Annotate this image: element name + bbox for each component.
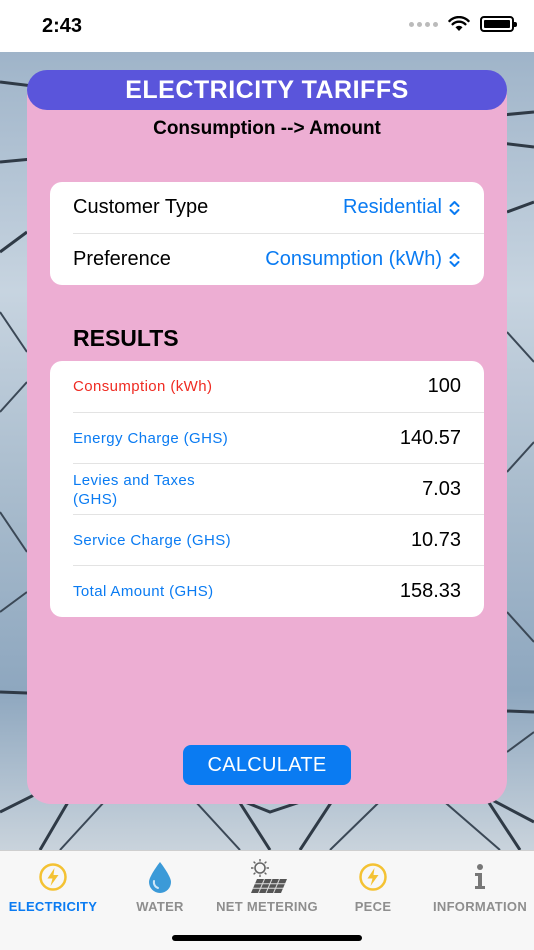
tab-label: PECE: [354, 899, 392, 914]
info-icon: [470, 859, 490, 895]
tab-label: ELECTRICITY: [8, 899, 98, 914]
battery-icon: [480, 16, 517, 32]
wifi-icon: [448, 16, 470, 31]
result-row-energy-charge: Energy Charge (GHS) 140.57: [50, 413, 484, 464]
result-row-levies-taxes: Levies and Taxes (GHS) 7.03: [50, 464, 484, 515]
page-title: ELECTRICITY TARIFFS: [27, 70, 507, 110]
energy-charge-value: 140.57: [399, 427, 461, 449]
service-charge-value: 10.73: [410, 529, 461, 551]
chevron-updown-icon: [449, 252, 460, 267]
preference-value: Consumption (kWh): [265, 248, 442, 270]
results-card: Consumption (kWh) 100 Energy Charge (GHS…: [50, 361, 484, 617]
status-icons: [409, 16, 517, 32]
tab-label: NET METERING: [216, 899, 318, 914]
customer-type-value: Residential: [343, 196, 442, 218]
cellular-signal-icon: [409, 21, 438, 27]
customer-type-picker[interactable]: Residential: [343, 196, 460, 219]
tab-pece[interactable]: PECE: [318, 859, 428, 914]
status-time: 2:43: [42, 15, 83, 37]
customer-type-label: Customer Type: [73, 196, 209, 218]
energy-charge-label: Energy Charge (GHS): [73, 430, 229, 447]
levies-taxes-value: 7.03: [422, 478, 461, 500]
solar-panel-icon: [245, 859, 289, 895]
tab-label: WATER: [136, 899, 184, 914]
water-drop-icon: [145, 859, 175, 895]
settings-card: Customer Type Residential Preference Con…: [50, 182, 484, 285]
lightning-icon: [358, 859, 388, 895]
chevron-updown-icon: [449, 200, 460, 215]
tab-electricity[interactable]: ELECTRICITY: [0, 859, 108, 914]
page-subtitle: Consumption --> Amount: [153, 118, 381, 139]
customer-type-row: Customer Type Residential: [50, 182, 484, 233]
results-heading: RESULTS: [73, 325, 179, 351]
levies-taxes-label: Levies and Taxes (GHS): [73, 471, 196, 508]
calculate-button[interactable]: CALCULATE: [183, 745, 351, 785]
tab-net-metering[interactable]: NET METERING: [212, 859, 322, 914]
result-row-total-amount: Total Amount (GHS) 158.33: [50, 566, 484, 617]
consumption-value: 100: [427, 375, 461, 397]
consumption-label: Consumption (kWh): [73, 378, 213, 395]
result-row-consumption: Consumption (kWh) 100: [50, 361, 484, 412]
tab-information[interactable]: INFORMATION: [425, 859, 534, 914]
home-indicator: [172, 935, 362, 941]
preference-picker[interactable]: Consumption (kWh): [265, 248, 460, 271]
service-charge-label: Service Charge (GHS): [73, 532, 232, 549]
status-bar: 2:43: [0, 0, 534, 52]
total-amount-label: Total Amount (GHS): [73, 583, 214, 600]
lightning-icon: [38, 859, 68, 895]
result-row-service-charge: Service Charge (GHS) 10.73: [50, 515, 484, 566]
preference-label: Preference: [73, 248, 171, 270]
tab-water[interactable]: WATER: [105, 859, 215, 914]
preference-row: Preference Consumption (kWh): [50, 234, 484, 285]
tab-label: INFORMATION: [432, 899, 528, 914]
total-amount-value: 158.33: [399, 580, 461, 602]
